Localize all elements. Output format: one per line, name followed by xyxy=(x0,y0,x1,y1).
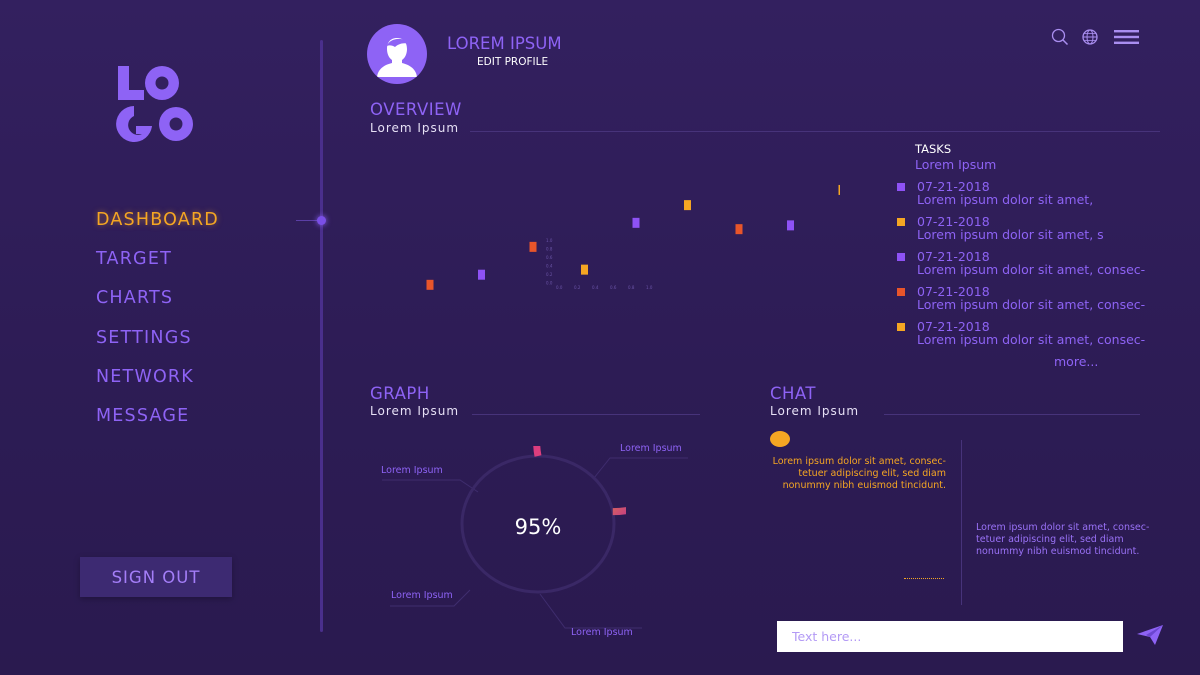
overview-scatter-chart: 1.0 0.8 0.6 0.4 0.2 0.00.0 0.2 0.4 0.6 0.8 1.0 xyxy=(426,184,840,290)
logo xyxy=(112,64,202,142)
tasks-title: TASKS xyxy=(915,142,952,156)
nav-item-message[interactable]: MESSAGE xyxy=(96,406,219,445)
overview-subtitle: Lorem Ipsum xyxy=(370,121,460,135)
task-text: Lorem ipsum dolor sit amet, consec- xyxy=(917,262,1146,277)
scatter-point xyxy=(787,220,794,231)
send-icon[interactable] xyxy=(1136,624,1164,646)
logo-icon xyxy=(116,66,193,142)
task-text: Lorem ipsum dolor sit amet, consec- xyxy=(917,332,1146,347)
scatter-point xyxy=(529,241,537,252)
graph-title: GRAPH xyxy=(370,384,430,403)
inset-x-tick-label: 0.6 xyxy=(610,285,617,290)
graph-rule xyxy=(472,414,700,415)
user-icon xyxy=(377,38,417,77)
profile-name: LOREM IPSUM xyxy=(447,34,562,53)
chat-message-sent: Lorem ipsum dolor sit amet, consec-tetue… xyxy=(976,522,1150,557)
scatter-point xyxy=(426,279,434,290)
task-item[interactable]: 07-21-2018 Lorem ipsum dolor sit amet, c… xyxy=(897,319,1187,349)
inset-x-tick-label: 0.8 xyxy=(628,285,635,290)
search-icon[interactable] xyxy=(1051,28,1069,46)
scatter-point xyxy=(581,264,588,275)
inset-y-tick-label: 0.2 xyxy=(546,272,553,277)
donut-value: 95% xyxy=(514,515,562,539)
scatter-point xyxy=(684,200,691,211)
sign-out-button[interactable]: SIGN OUT xyxy=(80,557,232,597)
task-marker xyxy=(897,253,905,261)
inset-x-tick-label: 1.0 xyxy=(646,285,653,290)
graph-subtitle: Lorem Ipsum xyxy=(370,404,460,418)
nav-item-charts[interactable]: CHARTS xyxy=(96,288,219,327)
chat-subtitle: Lorem Ipsum xyxy=(770,404,860,418)
task-text: Lorem ipsum dolor sit amet, xyxy=(917,192,1094,207)
avatar[interactable] xyxy=(367,24,427,84)
scatter-point xyxy=(735,224,743,235)
sidebar-nav: DASHBOARD TARGET CHARTS SETTINGS NETWORK… xyxy=(96,210,219,445)
typing-indicator xyxy=(904,578,944,579)
edit-profile-link[interactable]: EDIT PROFILE xyxy=(477,56,548,68)
scatter-point xyxy=(478,269,485,280)
donut-callout-label: Lorem Ipsum xyxy=(391,590,453,601)
sidebar-divider xyxy=(320,40,323,632)
inset-y-tick-label: 0.0 xyxy=(546,281,553,286)
task-marker xyxy=(897,288,905,296)
task-marker xyxy=(897,183,905,191)
nav-item-network[interactable]: NETWORK xyxy=(96,367,219,406)
donut-callout-label: Lorem Ipsum xyxy=(381,465,443,476)
active-indicator-line xyxy=(296,220,318,221)
task-marker xyxy=(897,218,905,226)
donut-callout-label: Lorem Ipsum xyxy=(571,627,633,638)
chat-rule xyxy=(884,414,1140,415)
task-marker xyxy=(897,323,905,331)
task-text: Lorem ipsum dolor sit amet, consec- xyxy=(917,297,1146,312)
tasks-more-link[interactable]: more... xyxy=(1054,354,1098,369)
scatter-point xyxy=(838,184,840,195)
chat-divider xyxy=(961,440,962,605)
chat-message-received: Lorem ipsum dolor sit amet, consec-tetue… xyxy=(772,456,946,491)
inset-y-tick-label: 0.8 xyxy=(546,247,553,252)
scatter-point xyxy=(632,217,640,228)
chat-title: CHAT xyxy=(770,384,817,403)
menu-icon[interactable] xyxy=(1113,28,1141,46)
task-item[interactable]: 07-21-2018 Lorem ipsum dolor sit amet, c… xyxy=(897,249,1187,279)
task-item[interactable]: 07-21-2018 Lorem ipsum dolor sit amet, s xyxy=(897,214,1187,244)
nav-item-dashboard[interactable]: DASHBOARD xyxy=(96,210,219,249)
task-text: Lorem ipsum dolor sit amet, s xyxy=(917,227,1104,242)
inset-x-tick-label: 0.2 xyxy=(574,285,581,290)
chat-avatar xyxy=(770,431,790,447)
task-item[interactable]: 07-21-2018 Lorem ipsum dolor sit amet, c… xyxy=(897,284,1187,314)
nav-item-settings[interactable]: SETTINGS xyxy=(96,328,219,367)
overview-title: OVERVIEW xyxy=(370,100,462,119)
inset-y-tick-label: 0.4 xyxy=(546,264,553,269)
globe-icon[interactable] xyxy=(1081,28,1099,46)
donut-callout-label: Lorem Ipsum xyxy=(620,443,682,454)
nav-item-target[interactable]: TARGET xyxy=(96,249,219,288)
inset-y-tick-label: 0.6 xyxy=(546,255,553,260)
chat-input[interactable] xyxy=(777,621,1123,652)
inset-x-tick-label: 0.0 xyxy=(556,285,563,290)
inset-y-tick-label: 1.0 xyxy=(546,238,553,243)
inset-x-tick-label: 0.4 xyxy=(592,285,599,290)
task-item[interactable]: 07-21-2018 Lorem ipsum dolor sit amet, xyxy=(897,179,1187,209)
active-indicator-dot xyxy=(317,216,326,225)
tasks-subtitle: Lorem Ipsum xyxy=(915,157,997,172)
overview-rule xyxy=(470,131,1160,132)
